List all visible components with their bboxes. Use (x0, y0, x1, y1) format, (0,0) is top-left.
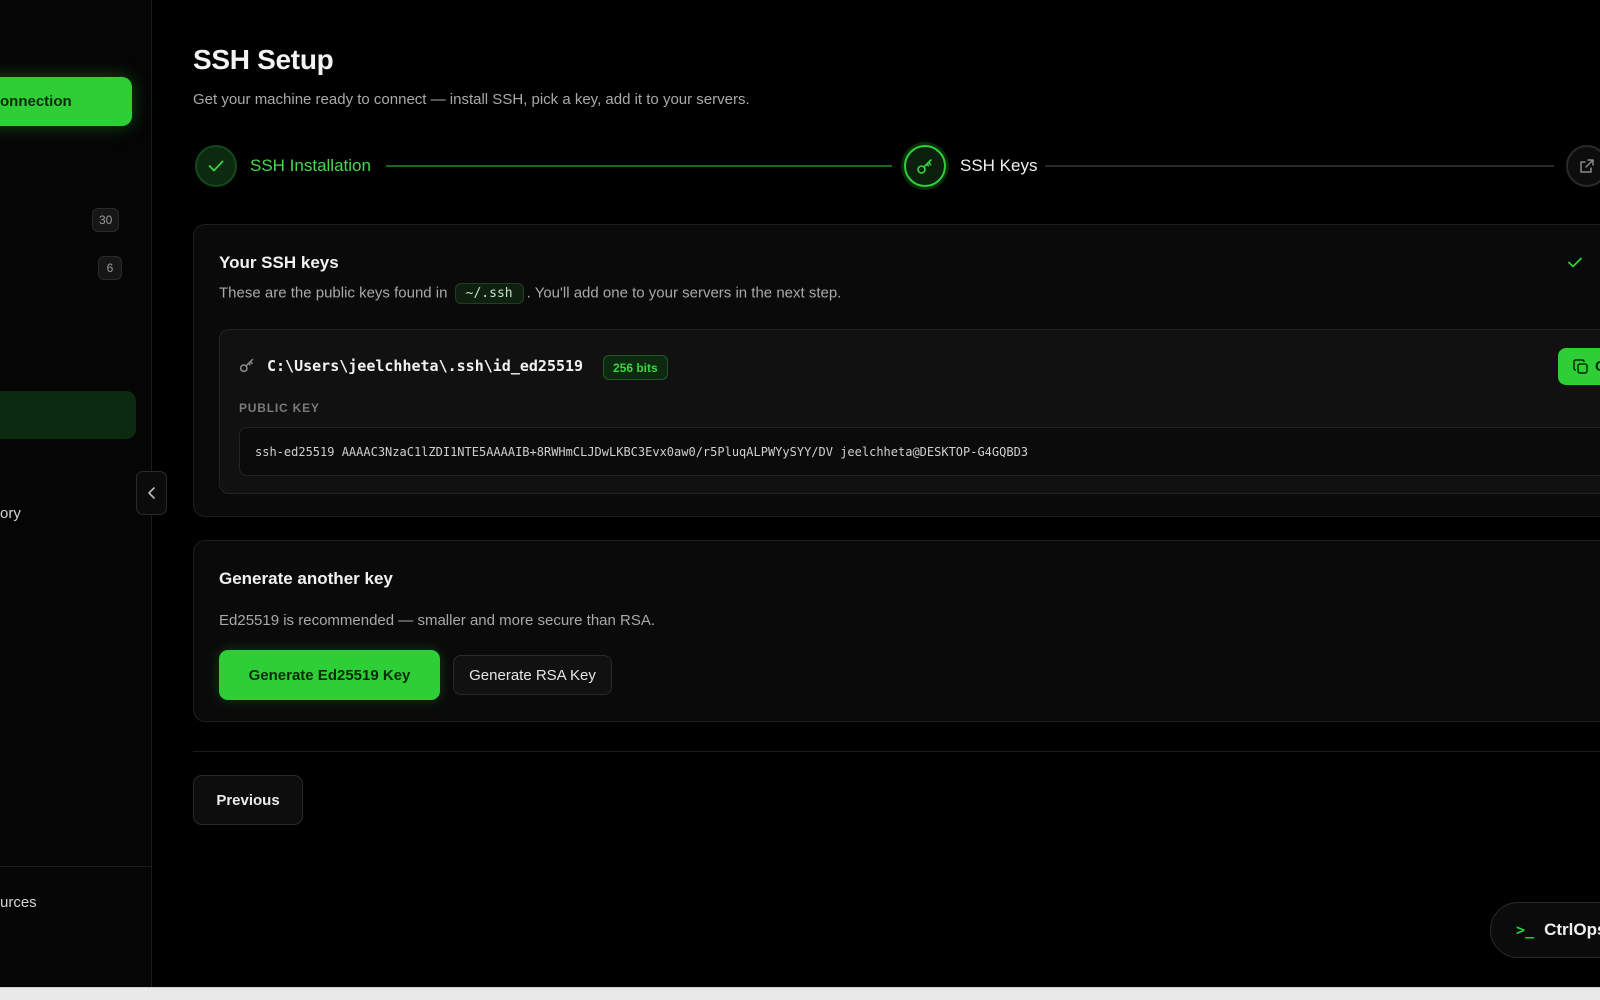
sidebar-count-badge: 30 (92, 208, 120, 232)
step-ssh-installation[interactable] (195, 145, 237, 187)
check-icon (1568, 255, 1582, 273)
sidebar-item-resources[interactable]: urces (0, 894, 37, 911)
step-add-to-servers[interactable] (1566, 145, 1600, 187)
generate-ed25519-button[interactable]: Generate Ed25519 Key (219, 650, 440, 700)
key-bits-badge: 256 bits (603, 355, 668, 380)
generate-key-title: Generate another key (219, 569, 393, 588)
key-icon (239, 357, 255, 378)
external-link-icon (1580, 159, 1594, 173)
sidebar: onnection 30 6 ory urces (0, 0, 152, 987)
brand-name: CtrlOps (1544, 920, 1600, 939)
ssh-keys-title: Your SSH keys (219, 253, 339, 272)
ctrlops-brand-pill[interactable]: >_ CtrlOps (1490, 902, 1600, 958)
footer-divider (193, 751, 1600, 752)
new-connection-label: onnection (0, 93, 72, 110)
key-icon (917, 159, 932, 174)
ssh-keys-description: These are the public keys found in ~/.ss… (219, 283, 841, 304)
sidebar-count-badge: 6 (98, 256, 122, 280)
key-file-path: C:\Users\jeelchheta\.ssh\id_ed25519 (267, 357, 584, 375)
previous-button[interactable]: Previous (193, 775, 303, 825)
step-ssh-keys[interactable] (904, 145, 946, 187)
ssh-keys-card: Your SSH keys These are the public keys … (193, 224, 1600, 517)
copy-icon (1573, 358, 1588, 374)
new-connection-button[interactable]: onnection (0, 77, 132, 126)
desc-text-before: These are the public keys found in (219, 284, 448, 302)
chevron-left-icon (147, 487, 155, 499)
terminal-icon: >_ (1516, 921, 1535, 939)
step-connector-complete (386, 165, 892, 167)
page-title: SSH Setup (193, 44, 334, 75)
desc-text-after: . You'll add one to your servers in the … (526, 284, 842, 302)
ssh-key-item: C:\Users\jeelchheta\.ssh\id_ed25519 256 … (219, 329, 1600, 494)
generate-key-card: Generate another key Ed25519 is recommen… (193, 540, 1600, 722)
copy-button-label: C (1595, 358, 1600, 375)
generate-rsa-button[interactable]: Generate RSA Key (453, 655, 612, 695)
copy-key-button[interactable]: C (1558, 348, 1600, 385)
ssh-dir-code: ~/.ssh (454, 283, 524, 304)
sidebar-item-active[interactable] (0, 391, 136, 439)
sidebar-divider (0, 866, 151, 867)
public-key-label: PUBLIC KEY (239, 401, 320, 415)
step-label-ssh-installation[interactable]: SSH Installation (250, 156, 371, 176)
collapse-sidebar-button[interactable] (136, 471, 167, 515)
page-subtitle: Get your machine ready to connect — inst… (193, 91, 750, 108)
step-label-ssh-keys[interactable]: SSH Keys (960, 156, 1037, 176)
taskbar-strip (0, 987, 1600, 1000)
check-icon (208, 160, 224, 172)
generate-key-description: Ed25519 is recommended — smaller and mor… (219, 612, 656, 629)
step-connector-upcoming (1045, 165, 1554, 167)
main-content: SSH Setup Get your machine ready to conn… (193, 0, 1600, 987)
public-key-field[interactable]: ssh-ed25519 AAAAC3NzaC1lZDI1NTE5AAAAIB+8… (239, 427, 1600, 476)
sidebar-item-history[interactable]: ory (0, 505, 21, 522)
